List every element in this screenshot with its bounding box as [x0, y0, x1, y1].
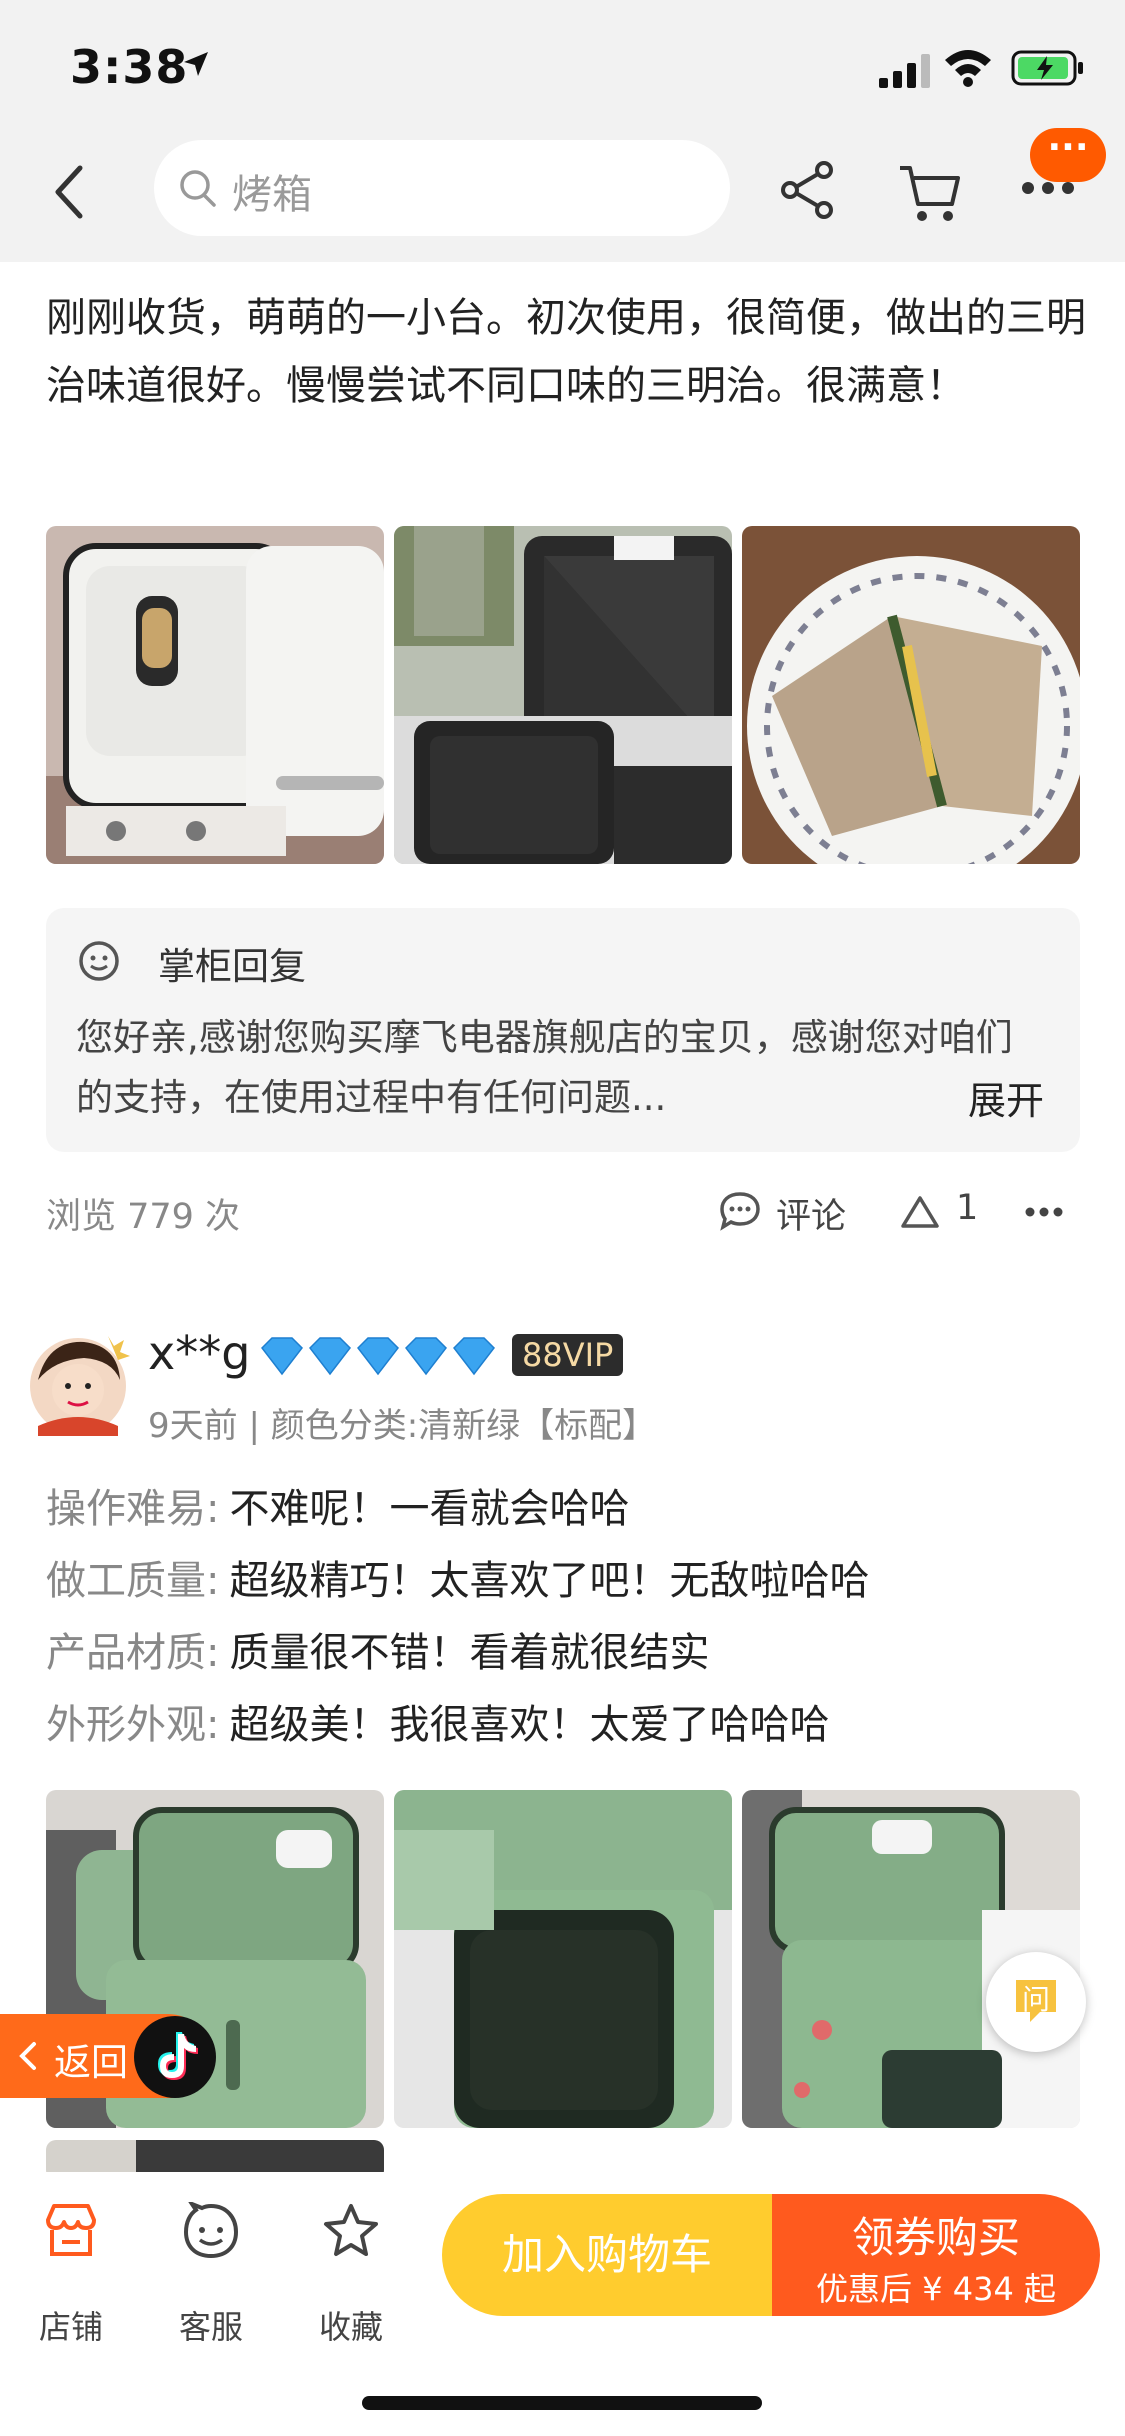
shop-icon [46, 2204, 96, 2256]
cart-icon[interactable] [898, 162, 962, 224]
review-date-variant: 9天前 | 颜色分类:清新绿【标配】 [148, 1406, 657, 1446]
review-text: 刚刚收货，萌萌的一小台。初次使用，很简便，做出的三明治味道很好。慢慢尝试不同口味… [46, 295, 1086, 409]
like-triangle-icon[interactable] [900, 1194, 940, 1230]
service-label: 客服 [178, 2308, 243, 2346]
ask-question-button[interactable]: 问 [986, 1952, 1086, 2052]
status-time: 3:38 [70, 40, 189, 94]
chevron-left-icon [19, 2042, 36, 2070]
attr-row-material: 产品材质: 质量很不错！看着就很结实 [46, 1620, 709, 1678]
comment-button[interactable]: 评论 [776, 1188, 846, 1239]
vip-badge: 88VIP [512, 1334, 624, 1376]
attr-value: 超级美！我很喜欢！太爱了哈哈哈 [229, 1702, 830, 1748]
return-label: 返回 [54, 2041, 128, 2084]
search-icon [180, 170, 216, 207]
wifi-icon [945, 50, 991, 87]
attr-key: 外形外观: [46, 1702, 220, 1748]
review-photo-3[interactable] [742, 526, 1080, 864]
attr-key: 操作难易: [46, 1486, 220, 1532]
discount-price-label: 优惠后 ¥ 434 起 [816, 2270, 1056, 2308]
more-menu-icon[interactable] [1020, 180, 1076, 196]
attr-row-quality: 做工质量: 超级精巧！太喜欢了吧！无敌啦哈哈 [46, 1548, 869, 1606]
user-avatar[interactable] [28, 1330, 136, 1436]
expand-reply-link[interactable]: 展开 [968, 1070, 1044, 1125]
attr-key: 做工质量: [46, 1558, 220, 1604]
seller-reply-text: 您好亲,感谢您购买摩飞电器旗舰店的宝贝，感谢您对咱们的支持，在使用过程中有任何问… [76, 1016, 1013, 1119]
comment-icon[interactable] [718, 1190, 762, 1232]
star-icon [324, 2204, 378, 2256]
attr-row-difficulty: 操作难易: 不难呢！一看就会哈哈 [46, 1476, 629, 1534]
status-bar: 3:38 [0, 0, 1125, 132]
favorite-label: 收藏 [318, 2308, 383, 2346]
back-arrow-icon[interactable] [50, 162, 90, 222]
add-to-cart-button[interactable]: 加入购物车 [442, 2194, 772, 2316]
like-count: 1 [956, 1188, 979, 1228]
shop-label: 店铺 [38, 2308, 103, 2346]
buy-with-coupon-button[interactable]: 领券购买 优惠后 ¥ 434 起 [772, 2194, 1100, 2316]
seller-reply-box: 掌柜回复 您好亲,感谢您购买摩飞电器旗舰店的宝贝，感谢您对咱们的支持，在使用过程… [46, 908, 1080, 1152]
message-badge[interactable]: ··· [1030, 128, 1106, 182]
location-arrow-icon [184, 52, 208, 76]
seller-reply-title: 掌柜回复 [158, 945, 306, 988]
home-indicator [362, 2396, 762, 2410]
cellular-signal-icon [879, 54, 930, 88]
top-nav-bar: 烤箱 ··· [0, 128, 1125, 262]
reviewer-name: x**g [148, 1326, 251, 1380]
review-photo-2[interactable] [394, 526, 732, 864]
share-icon[interactable] [778, 160, 838, 220]
review-photo-5[interactable] [394, 1790, 732, 2128]
smiley-face-icon [79, 941, 119, 981]
more-options-icon[interactable] [1024, 1206, 1064, 1218]
attr-key: 产品材质: [46, 1630, 220, 1676]
ask-label: 问 [1022, 1983, 1051, 2016]
battery-charging-icon [1011, 50, 1083, 86]
review-photo-1[interactable] [46, 526, 384, 864]
attr-value: 质量很不错！看着就很结实 [229, 1630, 710, 1676]
attr-value: 不难呢！一看就会哈哈 [229, 1486, 630, 1532]
search-bar[interactable]: 烤箱 [154, 140, 730, 236]
view-count: 浏览 779 次 [46, 1197, 241, 1237]
tiktok-logo-button[interactable] [134, 2016, 216, 2098]
buy-label: 领券购买 [851, 2213, 1020, 2262]
attr-value: 超级精巧！太喜欢了吧！无敌啦哈哈 [229, 1558, 870, 1604]
attr-row-appearance: 外形外观: 超级美！我很喜欢！太爱了哈哈哈 [46, 1692, 829, 1750]
diamond-level-icon [261, 1337, 495, 1376]
search-placeholder: 烤箱 [232, 172, 312, 218]
tiktok-icon [158, 2032, 198, 2080]
service-face-icon [183, 2202, 239, 2259]
